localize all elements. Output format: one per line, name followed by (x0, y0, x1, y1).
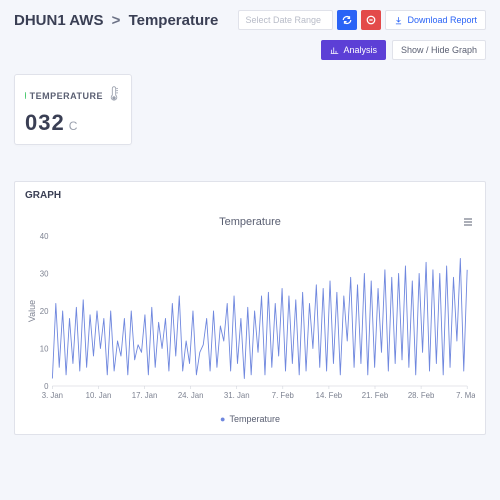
date-range-placeholder: Select Date Range (245, 15, 321, 25)
temperature-chart: 0 10 20 30 40 3. Jan 10. Jan 17. Jan 24. Jan 31. … (25, 230, 475, 410)
thermometer-icon (107, 85, 121, 106)
analysis-button[interactable]: Analysis (321, 40, 386, 60)
svg-text:28. Feb: 28. Feb (408, 391, 435, 400)
chart-title: Temperature (25, 216, 475, 228)
svg-text:20: 20 (40, 307, 49, 316)
svg-text:31. Jan: 31. Jan (224, 391, 250, 400)
chart-icon (330, 46, 339, 55)
toggle-graph-label: Show / Hide Graph (401, 45, 477, 55)
clear-button[interactable] (361, 10, 381, 30)
refresh-button[interactable] (337, 10, 357, 30)
download-report-button[interactable]: Download Report (385, 10, 486, 30)
breadcrumb: DHUN1 AWS > Temperature (14, 12, 218, 29)
breadcrumb-param: Temperature (129, 12, 219, 29)
refresh-icon (342, 15, 352, 25)
temperature-unit: C (69, 119, 78, 133)
svg-text:Value: Value (27, 300, 37, 322)
svg-text:40: 40 (40, 232, 49, 241)
temperature-card-title: TEMPERATURE (30, 91, 103, 101)
svg-text:3. Jan: 3. Jan (42, 391, 63, 400)
clear-icon (366, 15, 376, 25)
breadcrumb-sep: > (112, 12, 121, 29)
graph-panel-title: GRAPH (15, 182, 485, 210)
chart-legend: ● Temperature (25, 414, 475, 424)
graph-panel: GRAPH Temperature 0 10 20 30 40 3. Jan 10. Jan… (14, 181, 486, 435)
svg-text:14. Feb: 14. Feb (316, 391, 343, 400)
svg-text:7. Mar: 7. Mar (456, 391, 475, 400)
svg-text:7. Feb: 7. Feb (272, 391, 295, 400)
temperature-value: 032 (25, 110, 65, 136)
download-icon (394, 16, 403, 25)
toggle-graph-button[interactable]: Show / Hide Graph (392, 40, 486, 60)
svg-text:10. Jan: 10. Jan (86, 391, 112, 400)
svg-text:21. Feb: 21. Feb (362, 391, 389, 400)
svg-text:0: 0 (44, 382, 49, 391)
svg-text:17. Jan: 17. Jan (132, 391, 158, 400)
status-dot (25, 92, 26, 99)
chart-menu-button[interactable] (461, 216, 475, 231)
legend-bullet-icon: ● (220, 414, 225, 424)
analysis-label: Analysis (343, 45, 377, 55)
date-range-input[interactable]: Select Date Range (238, 10, 333, 30)
temperature-card: TEMPERATURE 032 C (14, 74, 132, 145)
hamburger-icon (462, 216, 474, 228)
download-report-label: Download Report (407, 15, 477, 25)
breadcrumb-station: DHUN1 AWS (14, 12, 103, 29)
svg-text:30: 30 (40, 269, 49, 278)
svg-text:10: 10 (40, 344, 49, 353)
svg-text:24. Jan: 24. Jan (178, 391, 204, 400)
chart-legend-label: Temperature (229, 414, 280, 424)
